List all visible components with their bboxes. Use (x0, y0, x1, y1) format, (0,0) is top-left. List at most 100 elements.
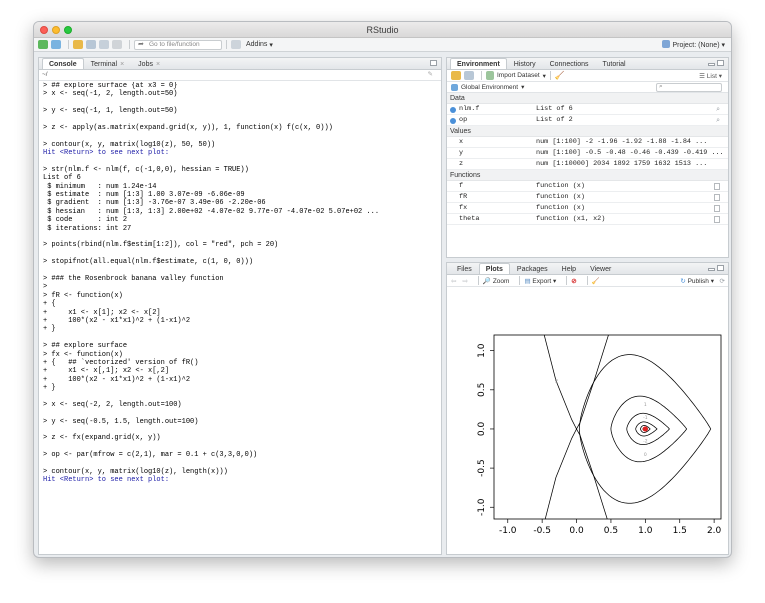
contour-ring-2 (610, 395, 687, 463)
console-line: > z <- apply(as.matrix(expand.grid(x, y)… (43, 123, 333, 132)
x-tick-label: -0.5 (533, 526, 551, 536)
maximize-pane-button[interactable] (430, 60, 437, 66)
new-project-icon[interactable] (51, 40, 61, 49)
env-row[interactable]: nlm.f List of 6 ⌕ (447, 104, 728, 115)
console-tabbar: Console Terminal × Jobs × (39, 58, 441, 70)
env-row[interactable]: fR function (x) (447, 192, 728, 203)
rstudio-window: RStudio ➦ Go to file/function Addins ▾ P… (33, 21, 732, 558)
scope-selector[interactable]: Global Environment (461, 84, 518, 91)
chevron-down-icon: ▾ (521, 84, 525, 91)
toolbar-divider (586, 276, 588, 285)
open-file-icon[interactable] (73, 40, 83, 49)
view-data-icon[interactable]: ⌕ (716, 115, 720, 126)
view-function-icon[interactable] (714, 216, 720, 223)
tab-plots[interactable]: Plots (478, 263, 510, 274)
env-row[interactable]: fx function (x) (447, 203, 728, 214)
console-line: > fR <- function(x) (43, 291, 123, 300)
list-view-toggle[interactable]: ☰ List ▾ (699, 72, 722, 80)
console-line: > ### the Rosenbrock banana valley funct… (43, 274, 224, 283)
tab-packages[interactable]: Packages (510, 263, 555, 274)
tab-terminal[interactable]: Terminal × (84, 58, 132, 69)
goto-placeholder: Go to file/function (149, 40, 200, 48)
export-button[interactable]: ▤ Export ▾ (524, 277, 556, 285)
tab-tutorial[interactable]: Tutorial (596, 58, 633, 69)
tab-help[interactable]: Help (555, 263, 583, 274)
env-row[interactable]: y num [1:100] -0.5 -0.48 -0.46 -0.439 -0.… (447, 148, 728, 159)
tab-environment[interactable]: Environment (450, 58, 507, 69)
project-icon (662, 40, 671, 48)
remove-plot-icon[interactable]: ⊘ (571, 277, 576, 285)
environment-table: Data nlm.f List of 6 ⌕ op List of 2 ⌕ Values x nu… (447, 93, 728, 225)
env-row[interactable]: op List of 2 ⌕ (447, 115, 728, 126)
addins-menu[interactable]: Addins (246, 41, 267, 48)
project-menu[interactable]: Project: (None) ▾ (662, 40, 725, 49)
console-line: > ## explore surface (43, 342, 128, 351)
x-tick-label: 1.0 (638, 526, 653, 536)
env-row[interactable]: f function (x) (447, 181, 728, 192)
import-dataset-icon (486, 71, 494, 80)
tab-history[interactable]: History (507, 58, 543, 69)
maximize-pane-button[interactable] (717, 60, 724, 66)
tab-jobs[interactable]: Jobs × (131, 58, 167, 69)
import-dataset-button[interactable]: Import Dataset (497, 72, 540, 79)
toolbar-divider (68, 40, 69, 49)
open-folder-icon[interactable] (451, 71, 461, 80)
save-all-icon[interactable] (99, 40, 109, 49)
tab-console[interactable]: Console (42, 58, 84, 69)
tab-files[interactable]: Files (450, 263, 479, 274)
save-icon[interactable] (86, 40, 96, 49)
grid-layout-icon[interactable] (231, 40, 241, 49)
chevron-down-icon: ▾ (269, 41, 273, 49)
zoom-button[interactable]: 🔎 Zoom (483, 277, 510, 285)
close-icon[interactable]: × (120, 61, 124, 68)
env-var-name: z (459, 160, 464, 168)
publish-icon: ↻ (680, 278, 686, 285)
console-line: + 100*(x2 - x1*x1)^2 + (1-x1)^2 (43, 375, 191, 384)
view-function-icon[interactable] (714, 205, 720, 212)
console-line: > (43, 283, 48, 292)
maximize-pane-button[interactable] (717, 265, 724, 271)
tab-connections[interactable]: Connections (543, 58, 596, 69)
minimize-pane-button[interactable] (708, 63, 715, 66)
y-tick-label: 1.0 (477, 343, 487, 358)
broom-icon[interactable]: 🧹 (555, 71, 565, 80)
new-file-icon[interactable] (38, 40, 48, 49)
broom-icon[interactable]: 🧹 (592, 277, 600, 285)
env-row[interactable]: z num [1:10000] 2034 1892 1759 1632 1513 … (447, 159, 728, 170)
print-icon[interactable] (112, 40, 122, 49)
env-row[interactable]: theta function (x1, x2) (447, 214, 728, 225)
expand-icon[interactable] (450, 118, 456, 124)
env-section-header: Functions (447, 170, 728, 181)
environment-search-input[interactable]: ⌕ (656, 83, 722, 92)
back-arrow-icon[interactable]: ⇦ (451, 277, 456, 285)
minimize-pane-button[interactable] (708, 268, 715, 271)
forward-arrow-icon[interactable]: ⇨ (462, 277, 467, 285)
save-workspace-icon[interactable] (464, 71, 474, 80)
publish-button[interactable]: ↻ Publish ▾ (680, 277, 714, 285)
console-path-bar: ~/ ✎ (39, 70, 441, 81)
toolbar-divider (481, 71, 482, 80)
env-row[interactable]: x num [1:100] -2 -1.96 -1.92 -1.88 -1.84 … (447, 137, 728, 148)
view-function-icon[interactable] (714, 183, 720, 190)
r-environment-icon (451, 83, 458, 91)
refresh-icon[interactable]: ⟳ (720, 277, 725, 285)
view-data-icon[interactable]: ⌕ (716, 104, 720, 115)
title-bar: RStudio (34, 22, 731, 38)
clear-console-icon[interactable]: ✎ (428, 70, 433, 80)
view-function-icon[interactable] (714, 194, 720, 201)
env-var-name: theta (459, 215, 480, 223)
console-line: > z <- fx(expand.grid(x, y)) (43, 434, 161, 443)
expand-icon[interactable] (450, 107, 456, 113)
x-tick-label: -1.0 (499, 526, 517, 536)
pane-window-buttons (708, 60, 724, 66)
close-icon[interactable]: × (156, 61, 160, 68)
console-output[interactable]: > ## explore surface {at x3 = 0} > x <- s… (39, 82, 441, 554)
goto-file-input[interactable]: ➦ Go to file/function (134, 39, 222, 50)
console-line: > contour(x, y, matrix(log10(z), 50, 50)… (43, 140, 216, 149)
env-section-header: Values (447, 126, 728, 137)
tab-viewer[interactable]: Viewer (583, 263, 618, 274)
